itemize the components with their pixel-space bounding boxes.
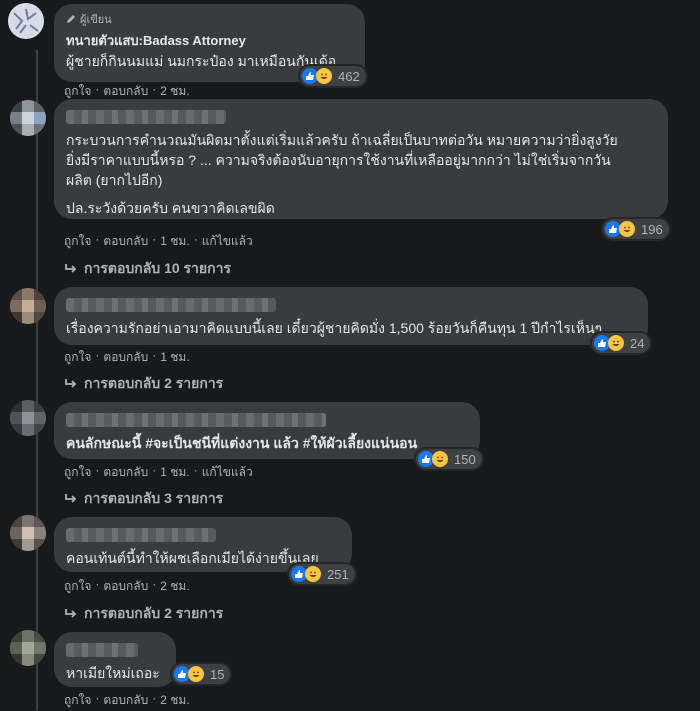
comment-text: คนลักษณะนี้ #จะเป็นชนีที่แต่งงาน แล้ว #ใ… xyxy=(66,435,418,451)
timestamp[interactable]: 2 ชม. xyxy=(160,577,189,596)
reply-link[interactable]: ตอบกลับ xyxy=(103,232,148,251)
haha-reaction-icon xyxy=(619,221,635,237)
timestamp[interactable]: 2 ชม. xyxy=(160,691,189,710)
reply-arrow-icon xyxy=(65,379,77,388)
reply-arrow-icon xyxy=(65,264,77,273)
author-name[interactable]: ทนายตัวแสบ:Badass Attorney xyxy=(66,30,353,51)
avatar[interactable] xyxy=(10,100,46,136)
haha-reaction-icon xyxy=(188,666,204,682)
reply-link[interactable]: ตอบกลับ xyxy=(103,577,148,596)
replies-label: การตอบกลับ 2 รายการ xyxy=(84,605,224,621)
reaction-count: 150 xyxy=(454,451,476,467)
avatar[interactable] xyxy=(10,400,46,436)
comment-text: ยิ่งมีราคาแบบนี้หรอ ? ... ความจริงต้องนั… xyxy=(66,152,611,168)
edited-label[interactable]: แก้ไขแล้ว xyxy=(202,463,253,482)
reaction-count: 196 xyxy=(641,221,663,237)
view-replies-link[interactable]: การตอบกลับ 10 รายการ xyxy=(64,258,231,280)
haha-reaction-icon xyxy=(316,68,332,84)
pencil-icon xyxy=(67,15,75,23)
reaction-summary[interactable]: 24 xyxy=(592,333,651,353)
like-link[interactable]: ถูกใจ xyxy=(64,577,91,596)
reaction-count: 15 xyxy=(210,666,225,682)
view-replies-link[interactable]: การตอบกลับ 2 รายการ xyxy=(64,373,223,395)
comment-bubble: หาเมียใหม่เถอะ xyxy=(54,632,176,687)
avatar[interactable] xyxy=(10,515,46,551)
timestamp[interactable]: 1 ชม. xyxy=(160,348,189,367)
reply-arrow-icon xyxy=(65,494,77,503)
reply-arrow-icon xyxy=(65,609,77,618)
blurred-author-name[interactable] xyxy=(66,298,276,312)
comment-text: กระบวนการคำนวณมันผิดมาตั้งแต่เริ่มแล้วคร… xyxy=(66,132,618,148)
reply-link[interactable]: ตอบกลับ xyxy=(103,348,148,367)
thread-line xyxy=(36,50,38,710)
haha-reaction-icon xyxy=(432,451,448,467)
replies-label: การตอบกลับ 2 รายการ xyxy=(84,375,224,391)
view-replies-link[interactable]: การตอบกลับ 2 รายการ xyxy=(64,603,223,625)
reaction-summary[interactable]: 196 xyxy=(603,219,669,239)
view-replies-link[interactable]: การตอบกลับ 3 รายการ xyxy=(64,488,223,510)
like-link[interactable]: ถูกใจ xyxy=(64,232,91,251)
comment-text: ปล.ระวังด้วยครับ คนขวาคิดเลขผิด xyxy=(66,200,275,216)
blurred-author-name[interactable] xyxy=(66,413,326,427)
comment-bubble: กระบวนการคำนวณมันผิดมาตั้งแต่เริ่มแล้วคร… xyxy=(54,99,668,219)
avatar[interactable] xyxy=(10,288,46,324)
reply-link[interactable]: ตอบกลับ xyxy=(103,463,148,482)
reaction-summary[interactable]: 462 xyxy=(300,66,366,86)
like-link[interactable]: ถูกใจ xyxy=(64,463,91,482)
blurred-author-name[interactable] xyxy=(66,528,216,542)
blurred-author-name[interactable] xyxy=(66,110,226,124)
reaction-count: 251 xyxy=(327,566,349,582)
reaction-count: 24 xyxy=(630,335,645,351)
comment-actions: ถูกใจ · ตอบกลับ · 1 ชม. xyxy=(64,348,190,367)
blurred-author-name[interactable] xyxy=(66,643,138,657)
author-badge: ผู้เขียน xyxy=(66,10,353,28)
badge-label: ผู้เขียน xyxy=(80,14,112,26)
comment-text: เรื่องความรักอย่าเอามาคิดแบบนี้เลย เดี๋ย… xyxy=(66,320,603,336)
avatar-image xyxy=(8,3,44,39)
comment-actions: ถูกใจ · ตอบกลับ · 1 ชม. · แก้ไขแล้ว xyxy=(64,463,253,482)
reaction-summary[interactable]: 150 xyxy=(416,449,482,469)
timestamp[interactable]: 1 ชม. xyxy=(160,463,189,482)
comment-actions: ถูกใจ · ตอบกลับ · 2 ชม. xyxy=(64,691,190,710)
comment-bubble: คนลักษณะนี้ #จะเป็นชนีที่แต่งงาน แล้ว #ใ… xyxy=(54,402,480,459)
avatar[interactable] xyxy=(10,630,46,666)
haha-reaction-icon xyxy=(608,335,624,351)
comment-actions: ถูกใจ · ตอบกลับ · 1 ชม. · แก้ไขแล้ว xyxy=(64,232,253,251)
reply-link[interactable]: ตอบกลับ xyxy=(103,691,148,710)
timestamp[interactable]: 1 ชม. xyxy=(160,232,189,251)
like-link[interactable]: ถูกใจ xyxy=(64,348,91,367)
replies-label: การตอบกลับ 10 รายการ xyxy=(84,260,231,276)
reaction-count: 462 xyxy=(338,68,360,84)
edited-label[interactable]: แก้ไขแล้ว xyxy=(202,232,253,251)
comment-text: หาเมียใหม่เถอะ xyxy=(66,665,160,681)
comment-text: ผลิต (ยากไปอีก) xyxy=(66,172,163,188)
comment-actions: ถูกใจ · ตอบกลับ · 2 ชม. xyxy=(64,577,190,596)
haha-reaction-icon xyxy=(305,566,321,582)
comment-bubble: เรื่องความรักอย่าเอามาคิดแบบนี้เลย เดี๋ย… xyxy=(54,287,648,345)
replies-label: การตอบกลับ 3 รายการ xyxy=(84,490,224,506)
like-link[interactable]: ถูกใจ xyxy=(64,691,91,710)
avatar[interactable] xyxy=(8,3,44,39)
reaction-summary[interactable]: 251 xyxy=(289,564,355,584)
reaction-summary[interactable]: 15 xyxy=(172,664,231,684)
